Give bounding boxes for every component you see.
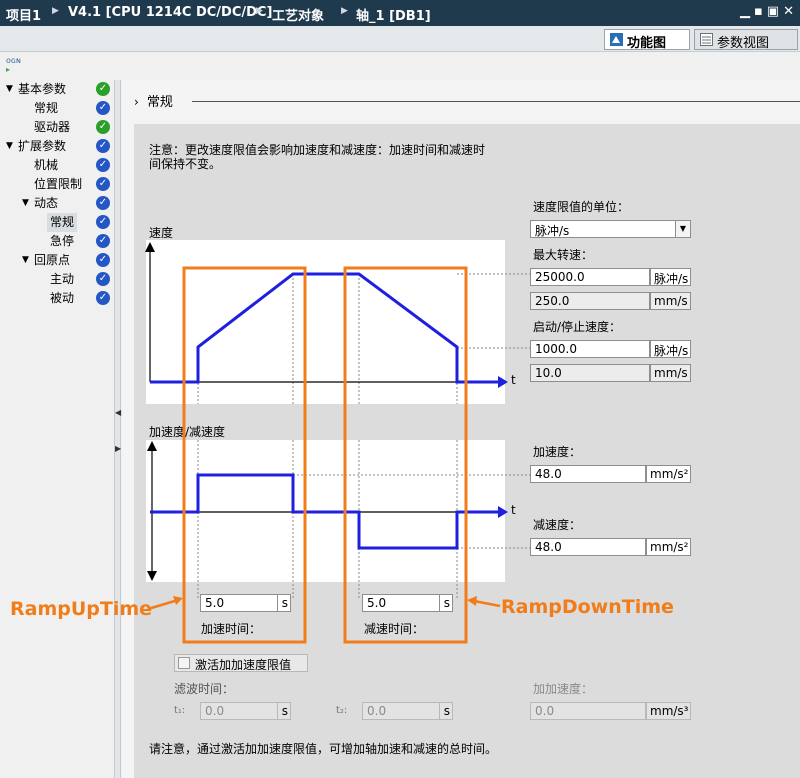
jerk-checkbox[interactable] [178, 657, 190, 669]
filter-time-label: 滤波时间： [174, 682, 235, 696]
ramp-down-time-unit: s [439, 594, 453, 612]
ramp-down-arrowhead-icon [467, 596, 477, 606]
jerk-checkbox-group[interactable]: 激活加加速度限值 [174, 654, 308, 672]
acceleration-unit: mm/s² [646, 465, 691, 483]
jerk-input[interactable]: 0.0 [530, 702, 646, 720]
t1-unit: s [277, 702, 291, 720]
jerk-label: 加加速度： [533, 682, 594, 696]
max-speed-input[interactable]: 25000.0 [530, 268, 650, 286]
t2-label: t₂: [336, 705, 348, 716]
ramp-down-highlight [343, 266, 468, 644]
acceleration-input[interactable]: 48.0 [530, 465, 646, 483]
ramp-up-time-input[interactable]: 5.0 [200, 594, 280, 612]
jerk-unit: mm/s³ [646, 702, 691, 720]
deceleration-unit: mm/s² [646, 538, 691, 556]
t2-input[interactable]: 0.0 [362, 702, 441, 720]
ramp-up-highlight [182, 266, 307, 644]
t2-unit: s [439, 702, 453, 720]
ramp-up-arrowhead-icon [173, 596, 183, 605]
max-speed-mm-value: 250.0 [530, 292, 650, 310]
speed-unit-select[interactable]: 脉冲/s ▼ [530, 220, 691, 238]
ramp-down-time-label: 减速时间： [364, 622, 425, 636]
start-stop-speed-input[interactable]: 1000.0 [530, 340, 650, 358]
start-stop-speed-mm-unit: mm/s [650, 364, 691, 382]
up-arrow-icon [147, 441, 157, 451]
jerk-checkbox-label: 激活加加速度限值 [195, 658, 292, 672]
ramp-up-arrow [147, 598, 179, 611]
max-speed-unit: 脉冲/s [650, 268, 691, 286]
ramp-down-time-input[interactable]: 5.0 [362, 594, 442, 612]
t1-input[interactable]: 0.0 [200, 702, 279, 720]
t1-label: t₁: [174, 705, 186, 716]
ramp-down-arrow [473, 599, 501, 608]
deceleration-label: 减速度： [533, 518, 582, 532]
max-speed-label: 最大转速： [533, 248, 594, 262]
speed-unit-label: 速度限值的单位： [533, 200, 630, 214]
start-stop-speed-label: 启动/停止速度： [533, 320, 622, 334]
max-speed-mm-unit: mm/s [650, 292, 691, 310]
down-arrow-icon [147, 571, 157, 581]
ramp-up-annotation: RampUpTime [10, 598, 153, 620]
ramp-up-time-label: 加速时间： [201, 622, 262, 636]
start-stop-speed-mm-value: 10.0 [530, 364, 650, 382]
accel-t-label: t [511, 503, 516, 517]
deceleration-input[interactable]: 48.0 [530, 538, 646, 556]
ramp-up-time-unit: s [277, 594, 291, 612]
chevron-down-icon[interactable]: ▼ [675, 221, 690, 237]
accel-diagram [147, 266, 530, 644]
start-stop-speed-unit: 脉冲/s [650, 340, 691, 358]
ramp-down-annotation: RampDownTime [501, 596, 674, 618]
acceleration-label: 加速度： [533, 445, 582, 459]
footer-note: 请注意，通过激活加加速度限值，可增加轴加速和减速的总时间。 [149, 742, 498, 756]
